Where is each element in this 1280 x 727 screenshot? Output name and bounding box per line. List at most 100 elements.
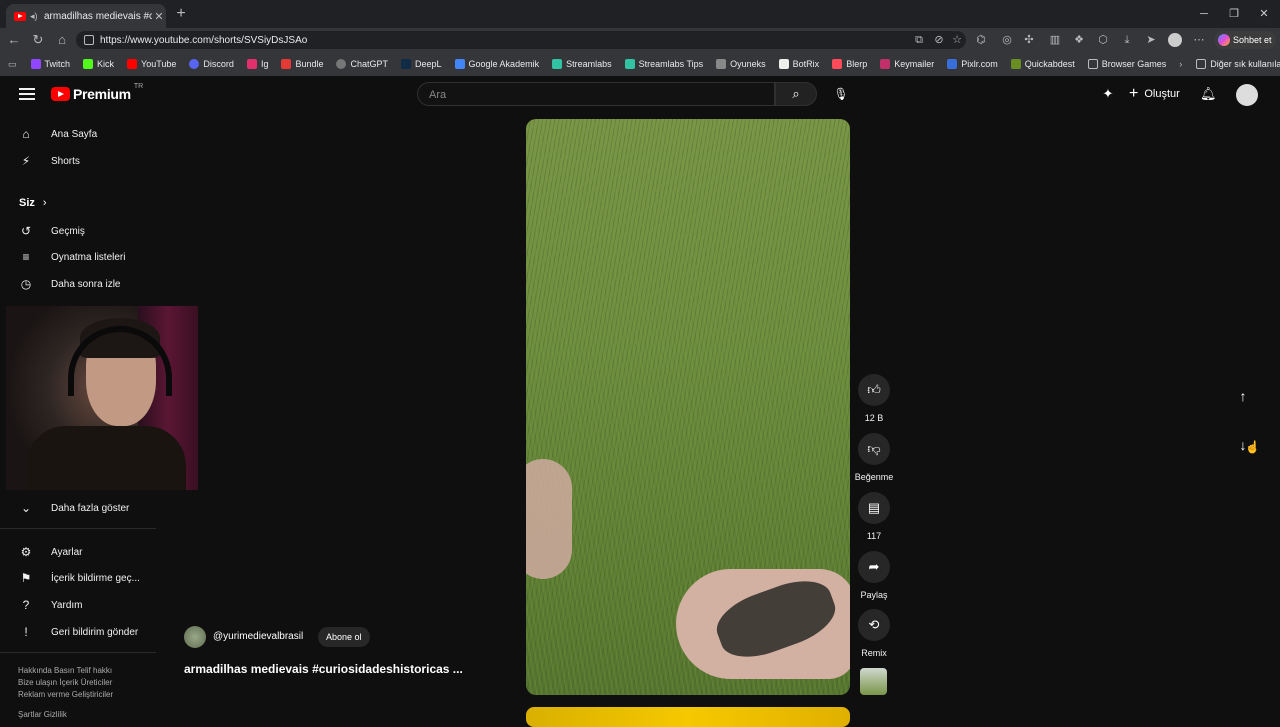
sidebar-item-watch-later[interactable]: ◷ Daha sonra izle [18, 273, 158, 295]
channel-avatar[interactable] [184, 626, 206, 648]
bookmark-label: Google Akademik [468, 59, 540, 69]
bookmark-oyuneks[interactable]: Oyuneks [716, 59, 766, 69]
channel-name[interactable]: @yurimedievalbrasil [213, 631, 303, 642]
bookmark-streamlabs-tips[interactable]: Streamlabs Tips [624, 59, 703, 69]
remix-button[interactable]: ⟲ Remix [858, 609, 890, 658]
cast-icon[interactable]: ⧉ [912, 33, 926, 47]
bookmark-deepl[interactable]: DeepL [401, 59, 442, 69]
collections-icon[interactable]: ❖ [1072, 33, 1086, 47]
more-options-icon[interactable]: ⋯ [1192, 33, 1206, 47]
sidebar-item-home[interactable]: ⌂ Ana Sayfa [18, 123, 158, 145]
bookmark-label: Kick [97, 59, 115, 69]
site-info-icon[interactable] [84, 35, 94, 45]
botrix-icon [778, 59, 789, 69]
create-button[interactable]: + Oluştur [1129, 84, 1180, 104]
history-icon: ↺ [20, 224, 32, 238]
youtube-premium-logo[interactable]: Premium TR [51, 83, 143, 102]
bookmark-discord[interactable]: Discord [189, 59, 234, 69]
search-input[interactable]: Ara [417, 82, 775, 106]
search-button[interactable]: ⌕ [775, 82, 817, 106]
bookmark-chatgpt[interactable]: ChatGPT [336, 59, 388, 69]
bookmark-twitch[interactable]: Twitch [30, 59, 70, 69]
footer-links-row[interactable]: Bize ulaşın İçerik Üreticiler [18, 678, 112, 687]
sidebar-item-history[interactable]: ↺ Geçmiş [18, 220, 158, 242]
voice-search-icon[interactable]: 🎙 [831, 84, 851, 104]
downloads-icon[interactable]: ⤓ [1120, 33, 1134, 47]
bookmark-ig[interactable]: Ig [246, 59, 269, 69]
bookmark-label: YouTube [141, 59, 177, 69]
sidebar-item-report[interactable]: ⚑ İçerik bildirme geç... [18, 567, 158, 589]
bundle-icon [281, 59, 292, 69]
copilot-chat-button[interactable]: Sohbet et [1214, 31, 1276, 49]
close-tab-icon[interactable]: ✕ [152, 10, 166, 23]
sidebar-section-you[interactable]: Siz › [19, 197, 47, 209]
gamepad-icon[interactable]: ⌬ [974, 33, 988, 47]
user-avatar[interactable] [1236, 84, 1258, 106]
shorts-video-player[interactable] [526, 119, 850, 695]
send-icon[interactable]: ➤ [1144, 33, 1158, 47]
sidebar-item-playlists[interactable]: ≡ Oynatma listeleri [18, 246, 158, 268]
minimize-icon[interactable]: ─ [1196, 6, 1212, 22]
audio-source-thumbnail[interactable] [860, 668, 887, 695]
comments-button[interactable]: ▤ 117 [858, 492, 890, 541]
short-title[interactable]: armadilhas medievais #curiosidadeshistor… [184, 662, 484, 676]
home-icon[interactable]: ⌂ [54, 32, 70, 48]
bookmark-pixlr[interactable]: Pixlr.com [947, 59, 998, 69]
chevron-right-icon[interactable]: › [1179, 59, 1182, 69]
bookmark-keymailer[interactable]: Keymailer [880, 59, 934, 69]
bookmark-google-akademik[interactable]: Google Akademik [454, 59, 540, 69]
folder-icon [1196, 59, 1207, 69]
playlist-icon: ≡ [22, 250, 30, 264]
address-bar[interactable]: https://www.youtube.com/shorts/SVSiyDsJS… [76, 31, 966, 49]
browser-essentials-icon[interactable]: ⬡ [1096, 33, 1110, 47]
sidebar-item-show-more[interactable]: ⌄ Daha fazla göster [18, 497, 158, 519]
favorite-star-icon[interactable]: ☆ [950, 33, 964, 47]
footer-links-row[interactable]: Şartlar Gizlilik [18, 710, 67, 719]
bookmark-botrix[interactable]: BotRix [778, 59, 819, 69]
sidebar-item-settings[interactable]: ⚙ Ayarlar [18, 541, 158, 563]
bookmark-youtube[interactable]: YouTube [127, 59, 176, 69]
next-short-preview[interactable] [526, 707, 850, 727]
share-button[interactable]: ➦ Paylaş [858, 551, 890, 600]
sidebar-item-feedback[interactable]: ! Geri bildirim gönder [18, 621, 158, 643]
help-icon: ? [22, 598, 30, 612]
previous-short-arrow-icon[interactable]: ↑ [1232, 385, 1254, 407]
puzzle-icon[interactable]: ✣ [1022, 33, 1036, 47]
dislike-button[interactable]: 👎︎ Beğenme [852, 433, 896, 482]
close-window-icon[interactable]: ✕ [1256, 6, 1272, 22]
bookmark-streamlabs[interactable]: Streamlabs [552, 59, 612, 69]
tab-title: armadilhas medievais #curios [44, 10, 152, 22]
notifications-bell-icon[interactable]: 🔔︎ [1200, 86, 1217, 102]
bookmark-kick[interactable]: Kick [83, 59, 114, 69]
premium-sparkle-icon[interactable]: ✦ [1100, 86, 1116, 102]
footer-links-row[interactable]: Reklam verme Geliştiriciler [18, 690, 113, 699]
sidebar-item-label: Shorts [51, 155, 80, 167]
speaker-icon[interactable]: ◂) [30, 11, 40, 21]
browser-tab[interactable]: ◂) armadilhas medievais #curios ✕ [6, 4, 166, 28]
profile-icon[interactable] [1168, 33, 1182, 47]
reading-mode-icon[interactable]: ▭ [8, 59, 17, 70]
back-icon[interactable]: ← [6, 32, 22, 48]
reload-icon[interactable]: ↻ [30, 32, 46, 48]
hamburger-menu-icon[interactable] [19, 88, 35, 100]
restore-icon[interactable]: ❐ [1226, 6, 1242, 22]
tracking-icon[interactable]: ⊘ [932, 33, 946, 47]
sidebar-item-help[interactable]: ? Yardım [18, 594, 158, 616]
bookmark-quickabdest[interactable]: Quickabdest [1010, 59, 1075, 69]
footer-links-row[interactable]: Hakkında Basın Telif hakkı [18, 666, 112, 675]
home-icon: ⌂ [22, 127, 30, 141]
sidebar-item-shorts[interactable]: ⚡︎ Shorts [18, 150, 158, 172]
bookmark-label: Ig [260, 59, 269, 69]
bookmark-blerp[interactable]: Blerp [832, 59, 867, 69]
bookmark-bundle[interactable]: Bundle [281, 59, 323, 69]
other-bookmarks[interactable]: Diğer sık kullanılanlar [1196, 59, 1280, 69]
like-button[interactable]: 👍︎ 12 B [858, 374, 890, 423]
extension-icon[interactable]: ◎ [1000, 33, 1014, 47]
bookmark-browser-games[interactable]: Browser Games [1087, 59, 1166, 69]
new-tab-icon[interactable]: + [172, 5, 190, 23]
pixlr-icon [947, 59, 958, 69]
subscribe-button[interactable]: Abone ol [318, 627, 370, 647]
streamlabs-icon [624, 59, 635, 69]
split-screen-icon[interactable]: ▥ [1048, 33, 1062, 47]
search-icon: ⌕ [792, 86, 800, 101]
